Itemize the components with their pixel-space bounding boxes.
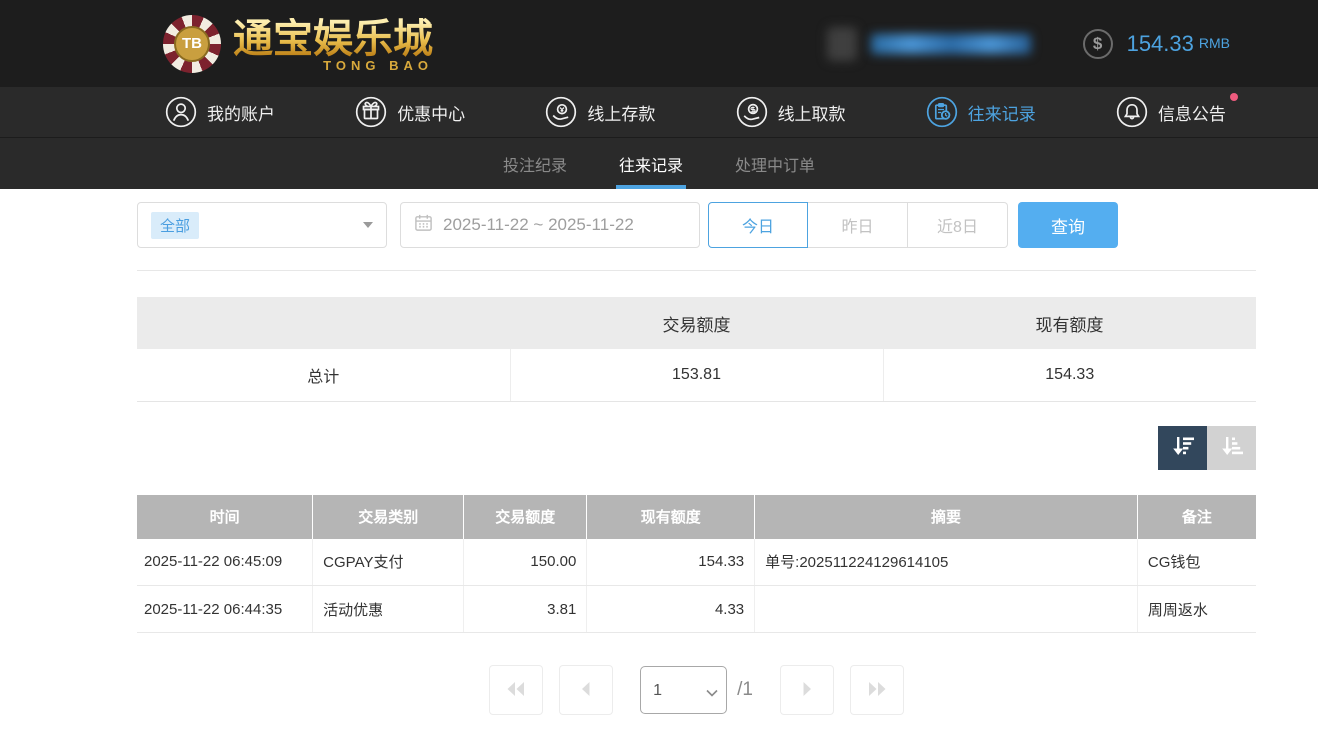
cell-type: 活动优惠 — [313, 586, 464, 633]
cell-balance: 154.33 — [587, 539, 755, 586]
page-total-label: /1 — [737, 679, 753, 701]
cell-remark: 周周返水 — [1137, 586, 1256, 633]
cell-time: 2025-11-22 06:44:35 — [137, 586, 313, 633]
section-divider — [137, 270, 1256, 271]
cell-time: 2025-11-22 06:45:09 — [137, 539, 313, 586]
nav-item-announcements[interactable]: 信息公告 — [1116, 96, 1240, 128]
withdraw-icon — [736, 96, 768, 128]
today-button[interactable]: 今日 — [708, 202, 808, 248]
header-time: 时间 — [137, 495, 313, 539]
table-row: 2025-11-22 06:44:35 活动优惠 3.81 4.33 周周返水 — [137, 586, 1256, 633]
header-transaction-type: 交易类别 — [313, 495, 464, 539]
chip-monogram: TB — [174, 26, 210, 62]
balance-amount: 154.33 — [1127, 31, 1194, 57]
nav-item-withdraw[interactable]: 线上取款 — [736, 96, 860, 128]
sort-ascending-icon — [1219, 434, 1245, 461]
cell-summary — [755, 586, 1138, 633]
poker-chip-logo-icon: TB — [163, 15, 221, 73]
summary-total-row: 总计 153.81 154.33 — [137, 349, 1256, 401]
chevron-right-icon — [798, 680, 816, 701]
nav-item-promotions[interactable]: 优惠中心 — [355, 96, 479, 128]
records-icon — [926, 96, 958, 128]
quick-range-group: 今日 昨日 近8日 — [708, 202, 1008, 248]
double-chevron-right-icon — [865, 680, 889, 701]
main-nav: 我的账户 优惠中心 线上存款 线上取款 往来记录 信息公告 — [0, 87, 1318, 138]
sort-descending-icon — [1170, 434, 1196, 461]
nav-item-deposit[interactable]: 线上存款 — [545, 96, 669, 128]
sort-descending-button[interactable] — [1158, 426, 1207, 470]
site-logo[interactable]: TB 通宝娱乐城 TONG BAO — [163, 15, 433, 73]
page-select-wrap: 1 — [640, 666, 727, 714]
double-chevron-left-icon — [504, 680, 528, 701]
summary-current-balance: 154.33 — [883, 349, 1256, 401]
cell-summary: 单号:202511224129614105 — [755, 539, 1138, 586]
cell-amount: 150.00 — [464, 539, 587, 586]
summary-transaction-amount: 153.81 — [510, 349, 883, 401]
search-button[interactable]: 查询 — [1018, 202, 1118, 248]
last-8-days-button[interactable]: 近8日 — [908, 202, 1008, 248]
site-subtitle: TONG BAO — [233, 58, 433, 73]
calendar-icon — [414, 213, 433, 237]
record-tabs: 投注纪录 往来记录 处理中订单 — [0, 138, 1318, 189]
header-transaction-amount: 交易额度 — [464, 495, 587, 539]
cell-amount: 3.81 — [464, 586, 587, 633]
cell-type: CGPAY支付 — [313, 539, 464, 586]
yesterday-button[interactable]: 昨日 — [808, 202, 908, 248]
header-summary: 摘要 — [755, 495, 1138, 539]
page-select[interactable]: 1 — [640, 666, 727, 714]
header-remark: 备注 — [1137, 495, 1256, 539]
notification-dot — [1230, 93, 1238, 101]
content-area: 全部 2025-11-22 ~ 2025-11-22 今日 昨日 近8日 查询 … — [137, 202, 1256, 715]
bell-icon — [1116, 96, 1148, 128]
sort-ascending-button[interactable] — [1207, 426, 1256, 470]
gift-icon — [355, 96, 387, 128]
tab-transaction-records[interactable]: 往来记录 — [616, 138, 686, 189]
sort-controls — [137, 426, 1256, 470]
records-table: 时间 交易类别 交易额度 现有额度 摘要 备注 2025-11-22 06:45… — [137, 495, 1256, 634]
summary-header-current-balance: 现有额度 — [883, 297, 1256, 349]
pagination: 1 /1 — [137, 665, 1256, 715]
table-row: 2025-11-22 06:45:09 CGPAY支付 150.00 154.3… — [137, 539, 1256, 586]
tab-betting-records[interactable]: 投注纪录 — [500, 138, 570, 189]
summary-table: 交易额度 现有额度 总计 153.81 154.33 — [137, 297, 1256, 402]
date-range-value: 2025-11-22 ~ 2025-11-22 — [443, 215, 634, 235]
previous-page-button[interactable] — [559, 665, 613, 715]
balance-currency: RMB — [1199, 35, 1230, 53]
username-redacted[interactable] — [871, 34, 1031, 54]
last-page-button[interactable] — [850, 665, 904, 715]
chevron-down-icon — [363, 222, 373, 228]
user-icon — [165, 96, 197, 128]
avatar[interactable] — [827, 27, 857, 61]
dollar-coin-icon: $ — [1083, 29, 1113, 59]
summary-header-empty — [137, 297, 510, 349]
summary-total-label: 总计 — [137, 349, 510, 401]
nav-item-my-account[interactable]: 我的账户 — [165, 96, 289, 128]
tab-processing-orders[interactable]: 处理中订单 — [732, 138, 818, 189]
user-area: $ 154.33 RMB — [827, 27, 1230, 61]
top-header: TB 通宝娱乐城 TONG BAO $ 154.33 RMB — [0, 0, 1318, 87]
nav-item-transaction-records[interactable]: 往来记录 — [926, 96, 1050, 128]
records-header-row: 时间 交易类别 交易额度 现有额度 摘要 备注 — [137, 495, 1256, 539]
filter-row: 全部 2025-11-22 ~ 2025-11-22 今日 昨日 近8日 查询 — [137, 202, 1256, 248]
category-selected-value: 全部 — [151, 212, 199, 239]
deposit-icon — [545, 96, 577, 128]
cell-remark: CG钱包 — [1137, 539, 1256, 586]
site-title: 通宝娱乐城 — [233, 18, 433, 60]
cell-balance: 4.33 — [587, 586, 755, 633]
first-page-button[interactable] — [489, 665, 543, 715]
chevron-left-icon — [577, 680, 595, 701]
header-current-balance: 现有额度 — [587, 495, 755, 539]
date-range-input[interactable]: 2025-11-22 ~ 2025-11-22 — [400, 202, 700, 248]
next-page-button[interactable] — [780, 665, 834, 715]
category-select[interactable]: 全部 — [137, 202, 387, 248]
summary-header-transaction-amount: 交易额度 — [510, 297, 883, 349]
